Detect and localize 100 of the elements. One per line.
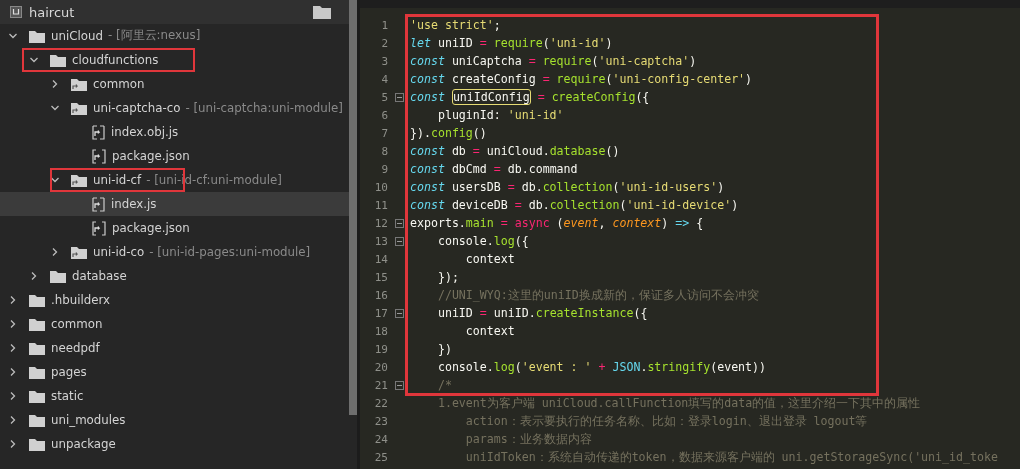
- line-number: 18: [373, 324, 388, 338]
- chevron-down-icon[interactable]: [50, 103, 60, 113]
- folder-icon: [71, 101, 87, 115]
- folder-icon: [71, 77, 87, 91]
- code-line: context: [464, 324, 515, 338]
- folder-icon: [50, 53, 66, 67]
- line-number: 13: [373, 234, 388, 248]
- code-line: //UNI_WYQ:这里的uniID换成新的，保证多人访问不会冲突: [436, 287, 759, 303]
- code-line: 1.event为客户端 uniCloud.callFunction填写的data的值，这里介绍一下其中的属性: [436, 395, 921, 411]
- chevron-down-icon[interactable]: [8, 31, 18, 41]
- line-number: 7: [380, 126, 388, 140]
- collapse-icon[interactable]: [394, 92, 404, 102]
- line-number: 16: [373, 288, 388, 302]
- module-tag: - [uni-id-pages:uni-module]: [149, 245, 311, 259]
- tree-item[interactable]: uniCloud - [阿里云:nexus]: [0, 24, 349, 48]
- tree-item[interactable]: database: [0, 264, 349, 288]
- code-line: context: [464, 252, 515, 266]
- line-number: 23: [373, 414, 388, 428]
- chevron-right-icon[interactable]: [50, 247, 60, 257]
- code-line: pluginId: 'uni-id': [436, 108, 564, 122]
- chevron-right-icon[interactable]: [50, 79, 60, 89]
- chevron-right-icon[interactable]: [8, 439, 18, 449]
- item-name: pages: [51, 365, 87, 379]
- chevron-right-icon[interactable]: [8, 415, 18, 425]
- code-line: console.log('event : ' + JSON.stringify(event)): [436, 360, 767, 374]
- item-name: uni-captcha-co: [93, 101, 181, 115]
- tree-item[interactable]: index.obj.js: [0, 120, 349, 144]
- tree-item[interactable]: uni_modules: [0, 408, 349, 432]
- tree-item[interactable]: .hbuilderx: [0, 288, 349, 312]
- folder-icon: [29, 413, 45, 427]
- line-number: 20: [373, 360, 388, 374]
- line-number: 11: [373, 198, 388, 212]
- tree-item[interactable]: cloudfunctions: [0, 48, 349, 72]
- folder-icon: [29, 389, 45, 403]
- code-line: action：表示要执行的任务名称、比如：登录login、退出登录 logout等: [464, 413, 868, 429]
- tree-item[interactable]: index.js: [0, 192, 349, 216]
- folder-icon: [71, 245, 87, 259]
- folder-icon: [29, 437, 45, 451]
- tree-item[interactable]: package.json: [0, 216, 349, 240]
- chevron-right-icon[interactable]: [29, 271, 39, 281]
- line-number: 6: [380, 108, 388, 122]
- tree-item[interactable]: unpackage: [0, 432, 349, 456]
- line-number: 12: [373, 216, 388, 230]
- module-tag: - [uni-captcha:uni-module]: [185, 101, 343, 115]
- folder-icon[interactable]: [313, 5, 331, 19]
- collapse-icon[interactable]: [394, 218, 404, 228]
- line-number: 8: [380, 144, 388, 158]
- code-line: }).config(): [410, 126, 487, 140]
- tree-item[interactable]: package.json: [0, 144, 349, 168]
- file-icon: [92, 124, 105, 140]
- folder-icon: [29, 341, 45, 355]
- chevron-right-icon[interactable]: [8, 367, 18, 377]
- chevron-right-icon[interactable]: [8, 295, 18, 305]
- tree-item[interactable]: pages: [0, 360, 349, 384]
- tree-item[interactable]: common: [0, 312, 349, 336]
- project-name[interactable]: haircut: [29, 4, 75, 20]
- chevron-down-icon[interactable]: [29, 55, 39, 65]
- line-number: 17: [373, 306, 388, 320]
- code-line: const usersDB = db.collection('uni-id-users'): [410, 180, 725, 194]
- item-name: package.json: [112, 221, 190, 235]
- file-icon: [92, 220, 106, 236]
- code-line: const uniIdConfig = createConfig({: [410, 90, 650, 104]
- line-number: 21: [373, 378, 388, 392]
- item-name: common: [93, 77, 145, 91]
- file-icon: [92, 196, 105, 212]
- item-name: needpdf: [51, 341, 100, 355]
- tree-item[interactable]: uni-captcha-co - [uni-captcha:uni-module]: [0, 96, 349, 120]
- line-number: 2: [380, 36, 388, 50]
- collapse-icon[interactable]: [394, 236, 404, 246]
- item-name: package.json: [112, 149, 190, 163]
- chevron-down-icon[interactable]: [50, 175, 60, 185]
- item-name: index.js: [111, 197, 157, 211]
- code-line: exports.main = async (event, context) => {: [410, 216, 704, 230]
- project-icon: [10, 6, 22, 18]
- item-name: index.obj.js: [111, 125, 179, 139]
- code-line: const createConfig = require('uni-config-center'): [410, 72, 753, 86]
- chevron-right-icon[interactable]: [8, 391, 18, 401]
- line-number: 24: [373, 432, 388, 446]
- scrollbar[interactable]: [349, 0, 357, 415]
- code-line: 'use strict';: [410, 18, 501, 32]
- code-line: uniID = uniID.createInstance({: [436, 306, 648, 320]
- collapse-icon[interactable]: [394, 308, 404, 318]
- tree-item[interactable]: common: [0, 72, 349, 96]
- folder-icon: [50, 269, 66, 283]
- collapse-icon[interactable]: [394, 380, 404, 390]
- item-name: .hbuilderx: [51, 293, 110, 307]
- folder-icon: [71, 173, 87, 187]
- tree-item[interactable]: uni-id-co - [uni-id-pages:uni-module]: [0, 240, 349, 264]
- code-line: params：业务数据内容: [464, 431, 592, 447]
- line-number: 25: [373, 450, 388, 464]
- tree-item[interactable]: needpdf: [0, 336, 349, 360]
- line-number: 15: [373, 270, 388, 284]
- item-name: static: [51, 389, 84, 403]
- tree-item[interactable]: static: [0, 384, 349, 408]
- chevron-right-icon[interactable]: [8, 319, 18, 329]
- chevron-right-icon[interactable]: [8, 343, 18, 353]
- code-line: }): [436, 342, 452, 356]
- code-line: uniIdToken：系统自动传递的token，数据来源客户端的 uni.getStorageSync('uni_id_toke: [464, 449, 998, 465]
- code-line: });: [436, 270, 459, 284]
- code-line: let uniID = require('uni-id'): [410, 36, 613, 50]
